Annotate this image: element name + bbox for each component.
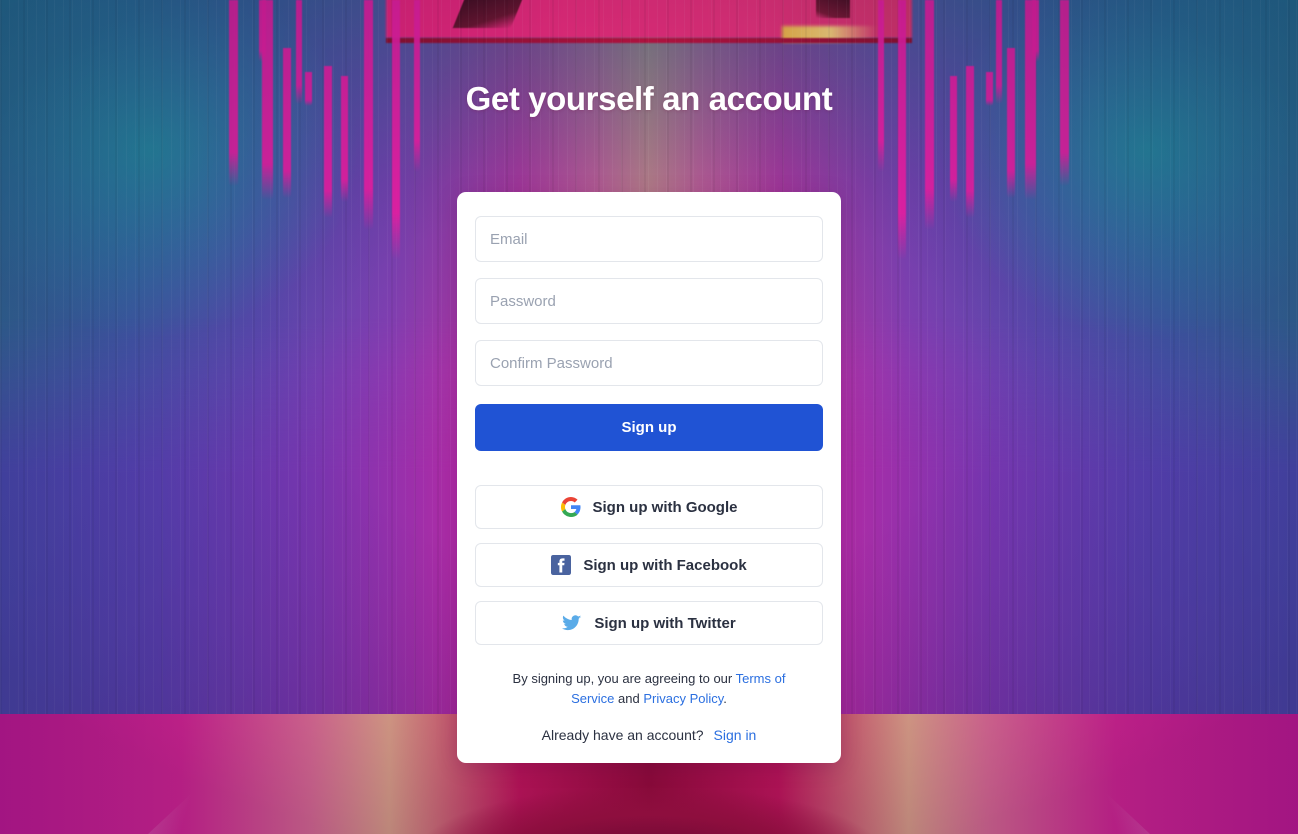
- signup-button[interactable]: Sign up: [475, 404, 823, 451]
- confirm-password-field[interactable]: [475, 340, 823, 386]
- facebook-icon: [551, 555, 572, 575]
- signin-link[interactable]: Sign in: [714, 727, 757, 743]
- signup-card: Sign up Sign up with Google: [457, 192, 841, 763]
- privacy-policy-link[interactable]: Privacy Policy: [643, 691, 723, 706]
- signup-with-twitter-label: Sign up with Twitter: [594, 614, 736, 632]
- page-title: Get yourself an account: [465, 80, 833, 117]
- twitter-icon: [562, 613, 582, 633]
- email-field[interactable]: [475, 216, 823, 262]
- signup-with-google-label: Sign up with Google: [592, 498, 738, 516]
- legal-intro: By signing up, you are agreeing to our: [512, 671, 736, 686]
- google-icon: [560, 497, 581, 517]
- signin-prompt-label: Already have an account?: [541, 727, 704, 743]
- signup-with-google-button[interactable]: Sign up with Google: [475, 485, 823, 529]
- legal-period: .: [723, 691, 727, 706]
- signup-with-facebook-label: Sign up with Facebook: [583, 556, 747, 574]
- signup-with-facebook-button[interactable]: Sign up with Facebook: [475, 543, 823, 587]
- legal-agreement-text: By signing up, you are agreeing to our T…: [494, 669, 804, 709]
- signup-with-twitter-button[interactable]: Sign up with Twitter: [475, 601, 823, 645]
- signup-page: Get yourself an account Sign up Sign up …: [0, 0, 1298, 834]
- password-field[interactable]: [475, 278, 823, 324]
- social-signup-group: Sign up with Google Sign up with Faceboo…: [475, 485, 823, 645]
- signin-prompt-row: Already have an account? Sign in: [475, 727, 823, 743]
- legal-conjunction: and: [614, 691, 644, 706]
